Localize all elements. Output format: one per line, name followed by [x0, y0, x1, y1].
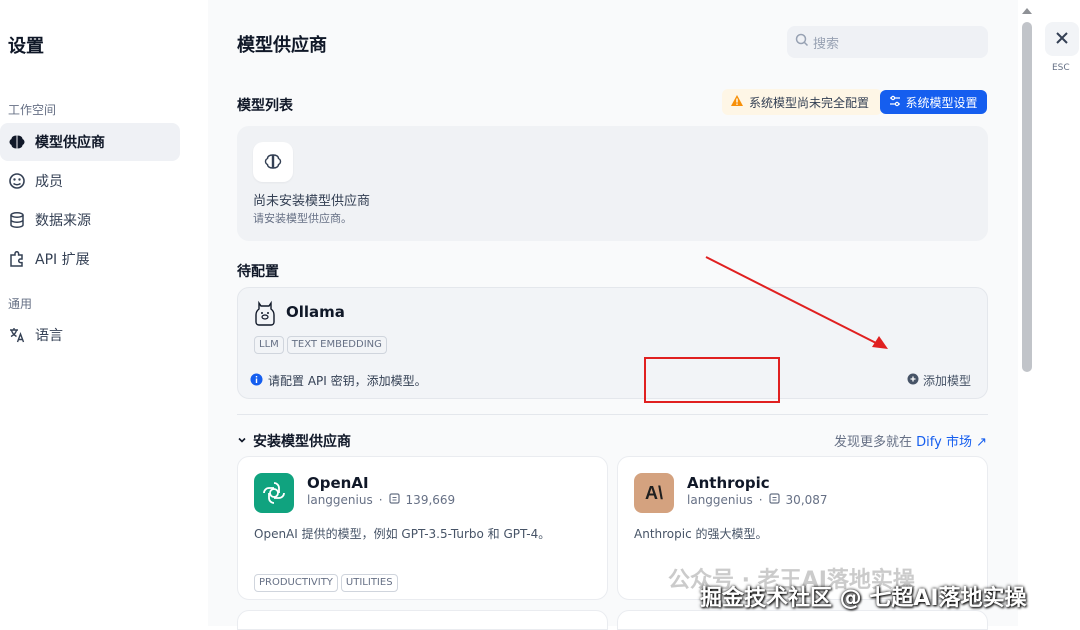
- provider-card-partial[interactable]: [617, 610, 988, 630]
- search-input[interactable]: 搜索: [787, 26, 988, 58]
- sidebar-item-language[interactable]: 语言: [0, 316, 180, 354]
- provider-author: langgenius: [687, 493, 753, 507]
- dot-separator: ·: [758, 493, 763, 507]
- members-icon: [8, 172, 26, 190]
- model-list-title: 模型列表: [237, 98, 293, 114]
- provider-meta: langgenius · 30,087: [687, 493, 828, 507]
- discover-link: Dify 市场: [916, 435, 972, 450]
- provider-description: Anthropic 的强大模型。: [634, 527, 768, 541]
- install-title: 安装模型供应商: [253, 434, 351, 450]
- external-arrow-icon: ↗: [976, 435, 987, 450]
- main-panel: 模型供应商 搜索 模型列表 系统模型尚未完全配置 系统模型设置 尚未安装模型供应…: [208, 0, 1018, 630]
- empty-description: 请安装模型供应商。: [253, 212, 352, 225]
- annotation-arrow: [705, 256, 888, 349]
- provider-author: langgenius: [307, 493, 373, 507]
- provider-meta: langgenius · 139,669: [307, 493, 455, 507]
- system-model-settings-button[interactable]: 系统模型设置: [880, 90, 987, 114]
- warning-icon: [730, 94, 749, 110]
- provider-name: OpenAI: [307, 474, 369, 492]
- sidebar-item-model-provider[interactable]: 模型供应商: [0, 123, 180, 161]
- settings-title: 设置: [8, 36, 44, 57]
- scroll-up-icon[interactable]: [1022, 8, 1032, 14]
- llama-icon: [254, 300, 276, 330]
- chevron-down-icon: [237, 433, 247, 449]
- install-section-toggle[interactable]: 安装模型供应商: [237, 431, 351, 451]
- settings-sidebar: 设置 工作空间 模型供应商 成员 数据来源 API 扩展 通用 语言: [0, 0, 208, 626]
- search-icon: [795, 33, 813, 51]
- plus-circle-icon: [907, 373, 919, 388]
- discover-prefix: 发现更多就在: [834, 435, 913, 450]
- ollama-info: 请配置 API 密钥，添加模型。: [250, 372, 427, 389]
- marketplace-link[interactable]: 发现更多就在 Dify 市场 ↗: [834, 431, 987, 450]
- sidebar-item-label: 模型供应商: [35, 135, 105, 151]
- tag-utilities: UTILITIES: [340, 574, 398, 592]
- provider-card-partial[interactable]: [237, 610, 608, 630]
- add-model-label: 添加模型: [923, 374, 972, 388]
- tag-productivity: PRODUCTIVITY: [254, 574, 338, 592]
- openai-icon: [254, 473, 294, 513]
- warning-text: 系统模型尚未完全配置: [749, 95, 870, 110]
- database-icon: [8, 211, 26, 229]
- sidebar-item-api-extension[interactable]: API 扩展: [0, 240, 180, 278]
- provider-name: Anthropic: [687, 474, 770, 492]
- sidebar-item-data-source[interactable]: 数据来源: [0, 201, 180, 239]
- group-label-general: 通用: [8, 297, 33, 311]
- sidebar-item-label: API 扩展: [35, 252, 90, 268]
- anthropic-icon: A\: [634, 473, 674, 513]
- sidebar-item-members[interactable]: 成员: [0, 162, 180, 200]
- ollama-name: Ollama: [286, 303, 345, 321]
- divider: [237, 414, 988, 415]
- group-label-workspace: 工作空间: [8, 103, 57, 117]
- translate-icon: [8, 326, 26, 344]
- empty-title: 尚未安装模型供应商: [253, 194, 371, 209]
- provider-card-openai[interactable]: OpenAI langgenius · 139,669 OpenAI 提供的模型…: [237, 456, 608, 600]
- add-model-button[interactable]: 添加模型: [907, 372, 971, 389]
- scrollbar-thumb[interactable]: [1022, 22, 1032, 372]
- provider-description: OpenAI 提供的模型，例如 GPT-3.5-Turbo 和 GPT-4。: [254, 527, 551, 541]
- dot-separator: ·: [378, 493, 383, 507]
- sidebar-item-label: 语言: [35, 328, 63, 344]
- warning-badge: 系统模型尚未完全配置: [722, 89, 882, 115]
- install-count-icon: [768, 493, 780, 507]
- tag-llm: LLM: [254, 336, 284, 354]
- install-count: 30,087: [785, 493, 828, 507]
- sidebar-item-label: 数据来源: [35, 213, 91, 229]
- empty-provider-panel: 尚未安装模型供应商 请安装模型供应商。: [237, 126, 988, 241]
- sliders-icon: [889, 95, 901, 110]
- info-icon: [250, 373, 263, 389]
- close-button[interactable]: [1045, 22, 1079, 56]
- watermark-line2: 掘金技术社区 @ 七超AI落地实操: [700, 586, 1027, 611]
- esc-label: ESC: [1052, 63, 1070, 73]
- search-placeholder: 搜索: [813, 36, 840, 52]
- brain-outline-icon: [253, 142, 293, 182]
- ollama-info-text: 请配置 API 密钥，添加模型。: [268, 374, 427, 388]
- sidebar-item-label: 成员: [35, 174, 63, 190]
- install-count: 139,669: [405, 493, 456, 507]
- brain-icon: [8, 133, 26, 151]
- page-title: 模型供应商: [237, 35, 327, 56]
- pending-title: 待配置: [237, 264, 279, 280]
- tag-text-embedding: TEXT EMBEDDING: [286, 336, 387, 354]
- system-model-settings-label: 系统模型设置: [905, 95, 978, 110]
- install-count-icon: [388, 493, 400, 507]
- close-icon: [1055, 30, 1069, 49]
- highlight-box: [644, 357, 780, 403]
- puzzle-icon: [8, 250, 26, 268]
